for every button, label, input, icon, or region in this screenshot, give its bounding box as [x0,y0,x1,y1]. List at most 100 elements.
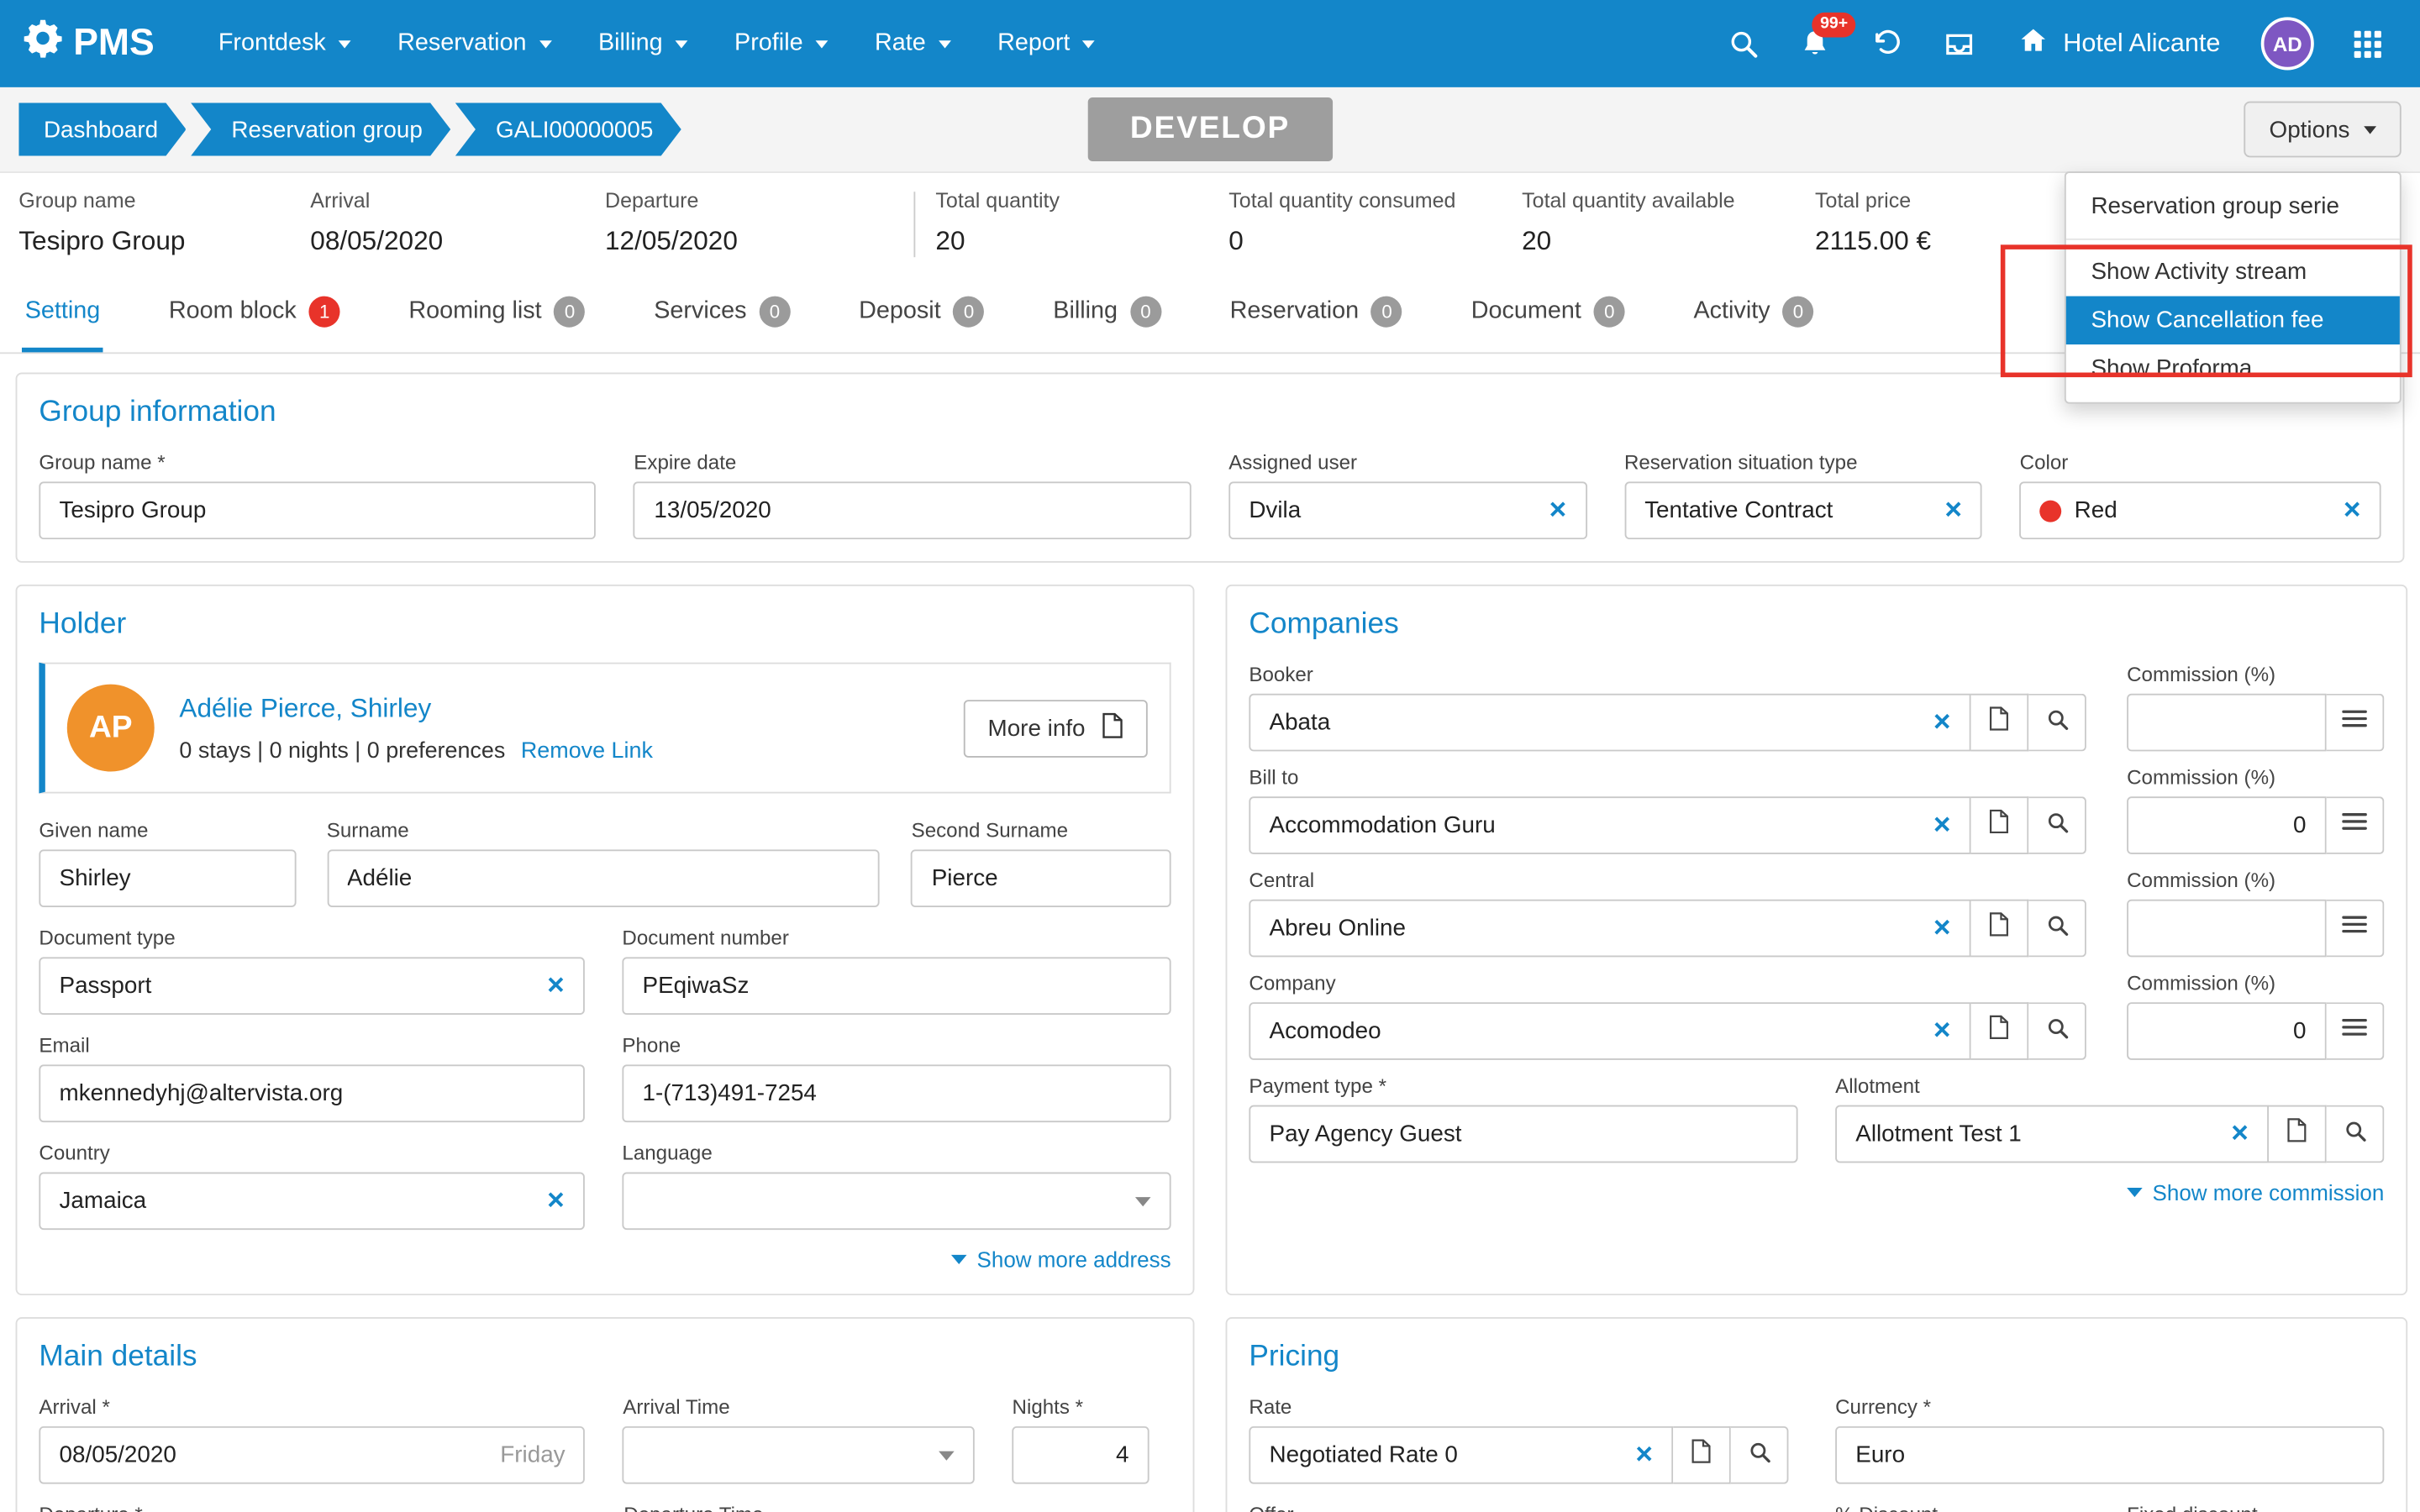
menu-reservation[interactable]: Reservation [374,14,575,74]
menu-rate[interactable]: Rate [851,14,974,74]
booker-input[interactable]: Abata× [1249,694,1970,752]
group-name-input[interactable]: Tesipro Group [39,481,596,539]
surname-input[interactable]: Adélie [327,849,881,907]
clear-icon[interactable]: × [1933,913,1951,942]
assigned-user-input[interactable]: Dvila× [1228,481,1586,539]
situation-type-input[interactable]: Tentative Contract× [1624,481,1982,539]
arrival-date-input[interactable]: 08/05/2020Friday [39,1426,585,1484]
app-logo[interactable]: PMS [22,17,155,70]
tab-rooming-list[interactable]: Rooming list0 [406,276,589,352]
remove-link[interactable]: Remove Link [521,738,653,764]
inbox-icon[interactable] [1928,13,1990,75]
commission-menu-button[interactable] [2327,900,2385,958]
tab-setting[interactable]: Setting [22,276,103,352]
summary-arrival: Arrival 08/05/2020 [310,189,605,258]
history-icon[interactable] [1855,13,1918,75]
arrival-time-select[interactable] [623,1426,975,1484]
menu-report[interactable]: Report [974,14,1118,74]
menu-profile[interactable]: Profile [711,14,851,74]
chevron-down-icon [539,39,551,47]
search-button[interactable] [2028,900,2086,958]
menu-frontdesk[interactable]: Frontdesk [195,14,374,74]
show-more-commission-link[interactable]: Show more commission [2128,1180,2384,1205]
given-name-input[interactable]: Shirley [39,849,295,907]
central-input[interactable]: Abreu Online× [1249,900,1970,958]
clear-icon[interactable]: × [547,971,565,1000]
commission-input[interactable]: 0 [2127,1002,2327,1060]
search-button[interactable] [2327,1105,2385,1163]
field-label: Allotment [1835,1074,2384,1098]
country-input[interactable]: Jamaica× [39,1172,584,1230]
commission-menu-button[interactable] [2327,796,2385,854]
color-field: Color Red× [2020,450,2381,539]
clear-icon[interactable]: × [1944,496,1962,525]
profile-card-button[interactable] [2269,1105,2327,1163]
menu-item-show-activity-stream[interactable]: Show Activity stream [2066,248,2400,297]
clear-icon[interactable]: × [1933,1016,1951,1046]
phone-input[interactable]: 1-(713)491-7254 [622,1064,1171,1122]
tab-room-block[interactable]: Room block1 [166,276,343,352]
currency-input[interactable]: Euro [1835,1426,2384,1484]
tab-billing[interactable]: Billing0 [1050,276,1165,352]
allotment-input[interactable]: Allotment Test 1× [1835,1105,2269,1163]
menu-item-show-cancellation-fee[interactable]: Show Cancellation fee [2066,297,2400,345]
breadcrumb-group-code[interactable]: GALI00000005 [455,102,681,155]
company-input[interactable]: Acomodeo× [1249,1002,1970,1060]
profile-card-button[interactable] [1971,694,2029,752]
second-surname-input[interactable]: Pierce [912,849,1171,907]
search-button[interactable] [2028,1002,2086,1060]
color-input[interactable]: Red× [2020,481,2381,539]
menu-billing[interactable]: Billing [575,14,711,74]
profile-card-button[interactable] [1971,1002,2029,1060]
clear-icon[interactable]: × [1933,811,1951,840]
clear-icon[interactable]: × [1635,1441,1653,1470]
hotel-selector[interactable]: Hotel Alicante [1999,24,2239,63]
user-avatar[interactable]: AD [2261,17,2314,70]
document-number-input[interactable]: PEqiwaSz [622,957,1171,1015]
profile-card-button[interactable] [1971,900,2029,958]
tab-reservation[interactable]: Reservation0 [1227,276,1406,352]
clear-icon[interactable]: × [2231,1119,2249,1148]
document-type-input[interactable]: Passport× [39,957,584,1015]
menu-item-show-proforma[interactable]: Show Proforma [2066,344,2400,393]
clear-icon[interactable]: × [2344,496,2361,525]
profile-card-button[interactable] [1971,796,2029,854]
clear-icon[interactable]: × [547,1186,565,1215]
bill-to-input[interactable]: Accommodation Guru× [1249,796,1970,854]
clear-icon[interactable]: × [1549,496,1567,525]
breadcrumb-reservation-group[interactable]: Reservation group [191,102,450,155]
profile-card-button[interactable] [1673,1426,1731,1484]
input-value: 0 [2147,1018,2306,1045]
menu-item-reservation-group-serie[interactable]: Reservation group serie [2066,182,2400,231]
tab-document[interactable]: Document0 [1468,276,1628,352]
nights-input[interactable]: 4 [1013,1426,1150,1484]
commission-input[interactable]: 0 [2127,796,2327,854]
more-info-button[interactable]: More info [965,699,1148,757]
search-button[interactable] [2028,694,2086,752]
commission-input[interactable] [2127,694,2327,752]
tab-label: Activity [1693,297,1770,325]
commission-menu-button[interactable] [2327,1002,2385,1060]
apps-grid-icon[interactable] [2336,13,2398,75]
rate-input[interactable]: Negotiated Rate 0× [1249,1426,1673,1484]
field-label: Arrival * [39,1395,585,1419]
commission-input[interactable] [2127,900,2327,958]
holder-name-link[interactable]: Adélie Pierce, Shirley [179,693,939,724]
breadcrumb-dashboard[interactable]: Dashboard [18,102,186,155]
clear-icon[interactable]: × [1933,707,1951,737]
tab-label: Services [654,297,746,325]
notifications-bell-icon[interactable]: 99+ [1784,13,1846,75]
email-input[interactable]: mkennedyhj@altervista.org [39,1064,584,1122]
options-button[interactable]: Options [2244,102,2402,158]
search-button[interactable] [2028,796,2086,854]
tab-deposit[interactable]: Deposit0 [855,276,987,352]
expire-date-input[interactable]: 13/05/2020 [634,481,1191,539]
payment-type-input[interactable]: Pay Agency Guest [1249,1105,1797,1163]
show-more-address-link[interactable]: Show more address [952,1247,1171,1273]
tab-services[interactable]: Services0 [651,276,794,352]
search-icon[interactable] [1712,13,1775,75]
search-button[interactable] [1731,1426,1789,1484]
commission-menu-button[interactable] [2327,694,2385,752]
language-select[interactable] [622,1172,1171,1230]
tab-activity[interactable]: Activity0 [1691,276,1817,352]
